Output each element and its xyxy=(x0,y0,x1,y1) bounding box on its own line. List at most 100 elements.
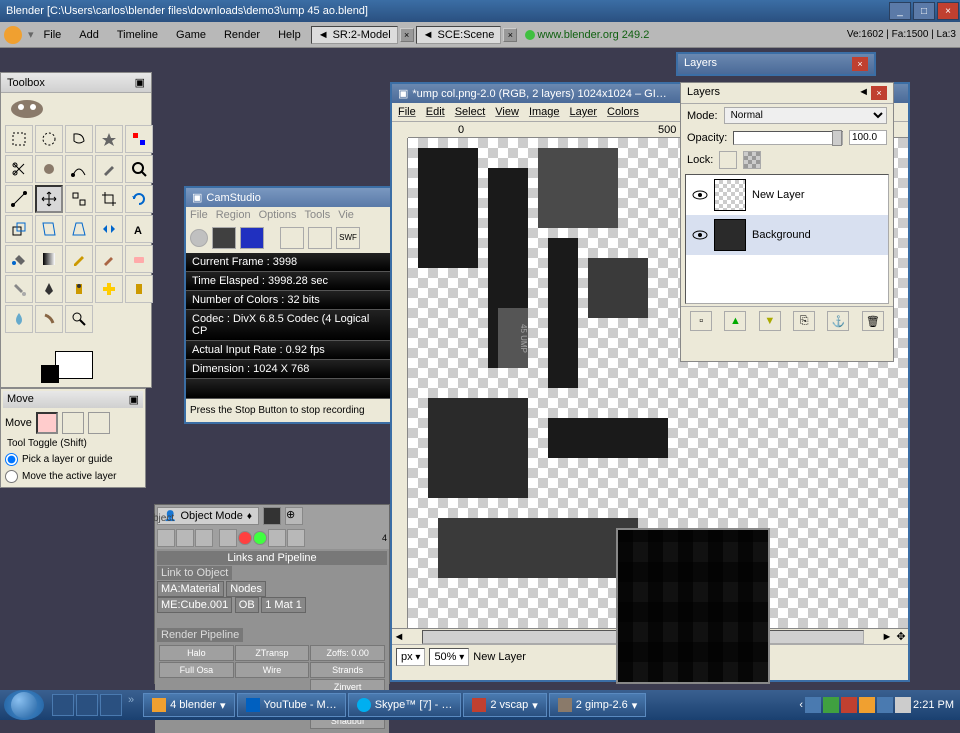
measure-tool[interactable] xyxy=(5,185,33,213)
airbrush-tool[interactable] xyxy=(5,275,33,303)
unit-select[interactable]: px ▾ xyxy=(396,648,425,666)
pause-button[interactable] xyxy=(212,227,236,249)
eraser-tool[interactable] xyxy=(125,245,153,273)
panel-btn[interactable] xyxy=(219,529,237,547)
camstudio-titlebar[interactable]: ▣ CamStudio xyxy=(186,188,392,207)
menu-help[interactable]: Help xyxy=(270,26,309,44)
task-gimp[interactable]: 2 gimp-2.6▾ xyxy=(549,693,647,717)
nav-toggle-icon[interactable]: ✥ xyxy=(894,630,908,643)
tray-icon[interactable] xyxy=(823,697,839,713)
tray-icon[interactable] xyxy=(859,697,875,713)
new-layer-button[interactable]: ▫ xyxy=(690,311,712,331)
maximize-button[interactable]: □ xyxy=(913,2,935,20)
zoom-tool[interactable] xyxy=(125,155,153,183)
render-opt[interactable]: Wire xyxy=(235,662,310,678)
opacity-input[interactable] xyxy=(849,130,887,145)
minimize-button[interactable]: _ xyxy=(889,2,911,20)
color-select-tool[interactable] xyxy=(125,125,153,153)
lock-pixels-button[interactable] xyxy=(719,151,737,169)
stop-button[interactable] xyxy=(240,227,264,249)
opacity-slider[interactable] xyxy=(733,131,843,145)
ink-tool[interactable] xyxy=(35,275,63,303)
blur-tool[interactable] xyxy=(5,305,33,333)
screen-close[interactable]: × xyxy=(400,28,414,42)
record-button[interactable] xyxy=(190,229,208,247)
lower-layer-button[interactable]: ▼ xyxy=(759,311,781,331)
cs-tool-3[interactable]: SWF xyxy=(336,227,360,249)
clone-tool[interactable] xyxy=(65,275,93,303)
anchor-layer-button[interactable]: ⚓ xyxy=(827,311,849,331)
pencil-tool[interactable] xyxy=(65,245,93,273)
cs-menu-tools[interactable]: Tools xyxy=(305,209,331,221)
gimp-menu-select[interactable]: Select xyxy=(455,106,486,118)
blend-tool[interactable] xyxy=(35,245,63,273)
tray-icon[interactable] xyxy=(805,697,821,713)
start-button[interactable] xyxy=(4,690,44,720)
navigator-popup[interactable] xyxy=(616,528,770,684)
toolbox-collapse-icon[interactable]: ▣ xyxy=(135,76,145,89)
pick-layer-radio[interactable] xyxy=(5,453,18,466)
task-skype[interactable]: Skype™ [7] - … xyxy=(348,693,462,717)
dock-icon[interactable]: ▣ xyxy=(129,393,139,406)
lock-alpha-button[interactable] xyxy=(743,151,761,169)
gimp-menu-image[interactable]: Image xyxy=(529,106,560,118)
bg-color-swatch[interactable] xyxy=(55,351,93,379)
task-vscap[interactable]: 2 vscap▾ xyxy=(463,693,546,717)
delete-layer-button[interactable]: 🗑 xyxy=(862,311,884,331)
dodge-tool[interactable] xyxy=(65,305,93,333)
blender-link[interactable]: www.blender.org 249.2 xyxy=(537,29,649,41)
gimp-menu-file[interactable]: File xyxy=(398,106,416,118)
render-opt[interactable]: Zoffs: 0.00 xyxy=(310,645,385,661)
fg-color-swatch[interactable] xyxy=(41,365,59,383)
layer-item[interactable]: New Layer xyxy=(686,175,888,215)
ql-explorer[interactable] xyxy=(76,694,98,716)
visibility-icon[interactable] xyxy=(692,227,708,243)
color-picker-tool[interactable] xyxy=(95,155,123,183)
panel-btn[interactable] xyxy=(268,529,286,547)
cs-tool-1[interactable] xyxy=(280,227,304,249)
fuzzy-select-tool[interactable] xyxy=(95,125,123,153)
color-swatches[interactable] xyxy=(1,337,151,387)
panel-green-btn[interactable] xyxy=(253,531,267,545)
free-select-tool[interactable] xyxy=(65,125,93,153)
render-opt[interactable]: Strands xyxy=(310,662,385,678)
nodes-toggle[interactable]: Nodes xyxy=(226,581,266,597)
panel-btn[interactable] xyxy=(195,529,213,547)
layer-item[interactable]: Background xyxy=(686,215,888,255)
dock-menu-icon[interactable]: ◄ xyxy=(858,86,869,100)
foreground-select-tool[interactable] xyxy=(35,155,63,183)
move-active-radio[interactable] xyxy=(5,470,18,483)
scale-tool[interactable] xyxy=(5,215,33,243)
tray-icon[interactable] xyxy=(841,697,857,713)
mesh-field[interactable]: ME:Cube.001 xyxy=(157,597,232,613)
panel-red-btn[interactable] xyxy=(238,531,252,545)
move-layer-btn[interactable] xyxy=(36,412,58,434)
scene-close[interactable]: × xyxy=(503,28,517,42)
cs-tool-2[interactable] xyxy=(308,227,332,249)
visibility-icon[interactable] xyxy=(692,187,708,203)
render-opt[interactable]: ZTransp xyxy=(235,645,310,661)
screen-field[interactable]: ◄SR:2-Model xyxy=(311,26,398,44)
gimp-menu-colors[interactable]: Colors xyxy=(607,106,639,118)
bucket-fill-tool[interactable] xyxy=(5,245,33,273)
blender-icon[interactable] xyxy=(4,26,22,44)
btn-1[interactable] xyxy=(263,507,281,525)
scene-field[interactable]: ◄SCE:Scene xyxy=(416,26,502,44)
task-blender[interactable]: 4 blender▾ xyxy=(143,693,234,717)
scissors-tool[interactable] xyxy=(5,155,33,183)
layers-tab[interactable]: Layers xyxy=(687,86,720,100)
render-opt[interactable]: Halo xyxy=(159,645,234,661)
duplicate-layer-button[interactable]: ⎘ xyxy=(793,311,815,331)
clock[interactable]: 2:21 PM xyxy=(913,699,954,711)
text-tool[interactable]: A xyxy=(125,215,153,243)
ellipse-select-tool[interactable] xyxy=(35,125,63,153)
ql-expand[interactable]: » xyxy=(124,694,138,716)
panel-btn[interactable] xyxy=(287,529,305,547)
dock-close-button[interactable]: × xyxy=(871,86,887,100)
menu-render[interactable]: Render xyxy=(216,26,268,44)
task-youtube[interactable]: YouTube - M… xyxy=(237,693,346,717)
gimp-menu-layer[interactable]: Layer xyxy=(570,106,598,118)
cs-menu-region[interactable]: Region xyxy=(216,209,251,221)
raise-layer-button[interactable]: ▲ xyxy=(724,311,746,331)
zoom-select[interactable]: 50% ▾ xyxy=(429,648,469,666)
